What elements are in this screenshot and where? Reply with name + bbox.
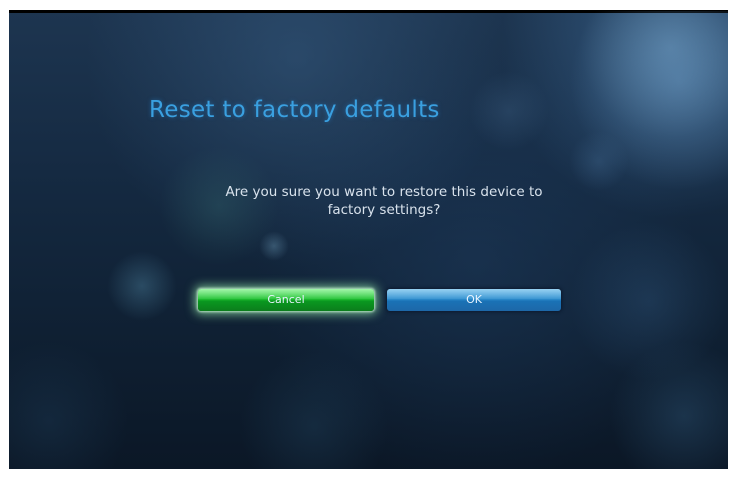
cancel-button[interactable]: Cancel xyxy=(198,289,374,311)
bokeh-light xyxy=(259,231,289,261)
bokeh-light xyxy=(569,221,728,381)
dialog-title: Reset to factory defaults xyxy=(149,97,440,123)
dialog-message-line-2: factory settings? xyxy=(327,202,441,218)
tv-screen: Reset to factory defaults Are you sure y… xyxy=(9,10,728,469)
bokeh-light xyxy=(239,351,389,469)
ok-button-label: OK xyxy=(466,293,482,306)
cancel-button-label: Cancel xyxy=(267,293,305,306)
bokeh-light xyxy=(569,11,728,191)
bokeh-light xyxy=(569,131,629,191)
bokeh-light xyxy=(107,251,177,321)
bokeh-light xyxy=(469,71,549,151)
bokeh-light xyxy=(609,341,728,469)
ok-button[interactable]: OK xyxy=(387,289,561,311)
dialog-message: Are you sure you want to restore this de… xyxy=(174,183,594,219)
dialog-message-line-1: Are you sure you want to restore this de… xyxy=(225,184,543,200)
bokeh-light xyxy=(9,341,129,469)
screen-top-edge xyxy=(9,11,728,13)
